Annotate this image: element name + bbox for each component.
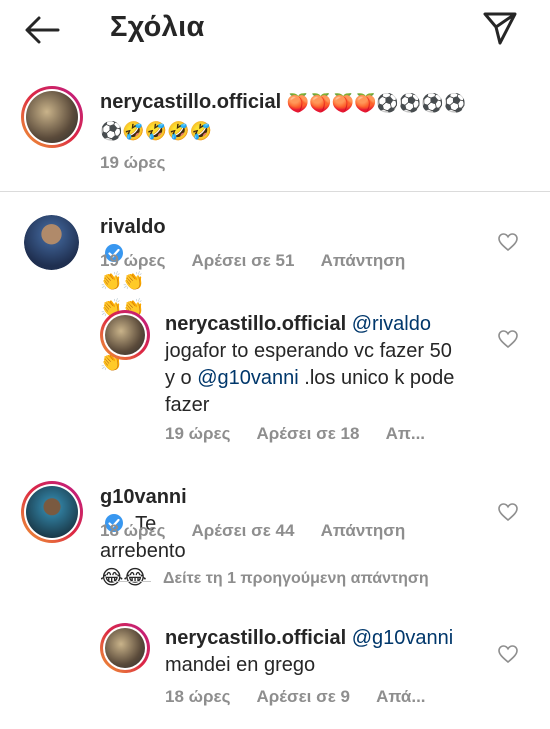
mention-link[interactable]: @g10vanni — [197, 367, 298, 389]
avatar[interactable] — [21, 86, 83, 148]
divider — [0, 191, 550, 192]
mention-link[interactable]: @g10vanni — [352, 627, 453, 649]
reply-button[interactable]: Απά... — [376, 687, 425, 706]
reply-button[interactable]: Απάντηση — [321, 521, 406, 540]
comment-username[interactable]: g10vanni — [100, 486, 187, 508]
likes-count[interactable]: Αρέσει σε 44 — [192, 521, 295, 540]
avatar-photo — [26, 91, 78, 143]
avatar-photo — [105, 315, 145, 355]
comment-username[interactable]: nerycastillo.official — [165, 313, 346, 335]
avatar[interactable] — [100, 623, 150, 673]
comment-text: y o — [165, 367, 198, 389]
avatar[interactable] — [21, 481, 83, 543]
back-arrow-icon[interactable] — [22, 14, 62, 46]
likes-count[interactable]: Αρέσει σε 51 — [192, 251, 295, 270]
comment-time: 19 ώρες — [165, 424, 231, 443]
like-heart-icon[interactable] — [498, 503, 518, 521]
page-title: Σχόλια — [110, 11, 205, 43]
top-bar: Σχόλια — [0, 0, 550, 60]
comment-text: mandei en grego — [165, 654, 316, 676]
caption-emojis-2: ⚽🤣🤣🤣🤣 — [100, 121, 213, 141]
comment-text: .los unico k pode — [298, 367, 455, 389]
like-heart-icon[interactable] — [498, 645, 518, 663]
share-send-icon[interactable] — [481, 10, 519, 46]
caption-time: 19 ώρες — [100, 153, 166, 172]
avatar-photo — [105, 628, 145, 668]
like-heart-icon[interactable] — [498, 330, 518, 348]
caption-username[interactable]: nerycastillo.official — [100, 91, 281, 113]
reply-button[interactable]: Απάντηση — [321, 251, 406, 270]
replies-line — [113, 581, 151, 582]
comment-text: fazer — [165, 394, 210, 416]
reply-button[interactable]: Απ... — [386, 424, 425, 443]
comment-time: 18 ώρες — [100, 521, 166, 540]
comment-time: 19 ώρες — [100, 251, 166, 270]
comment-text: jogafor to esperando vc fazer 50 — [165, 340, 452, 362]
comment-username[interactable]: nerycastillo.official — [165, 627, 346, 649]
avatar-photo — [26, 486, 78, 538]
likes-count[interactable]: Αρέσει σε 9 — [257, 687, 350, 706]
comment-time: 18 ώρες — [165, 687, 231, 706]
avatar[interactable] — [100, 310, 150, 360]
view-previous-text: Δείτε τη 1 προηγούμενη απάντηση — [163, 570, 429, 587]
comment-username[interactable]: rivaldo — [100, 216, 166, 238]
caption-emojis: 🍑🍑🍑🍑⚽⚽⚽⚽ — [286, 93, 467, 113]
mention-link[interactable]: @rivaldo — [352, 313, 431, 335]
avatar-photo — [24, 215, 79, 270]
view-previous-replies[interactable]: Δείτε τη 1 προηγούμενη απάντηση — [113, 570, 533, 594]
like-heart-icon[interactable] — [498, 233, 518, 251]
avatar[interactable] — [24, 215, 79, 270]
likes-count[interactable]: Αρέσει σε 18 — [257, 424, 360, 443]
